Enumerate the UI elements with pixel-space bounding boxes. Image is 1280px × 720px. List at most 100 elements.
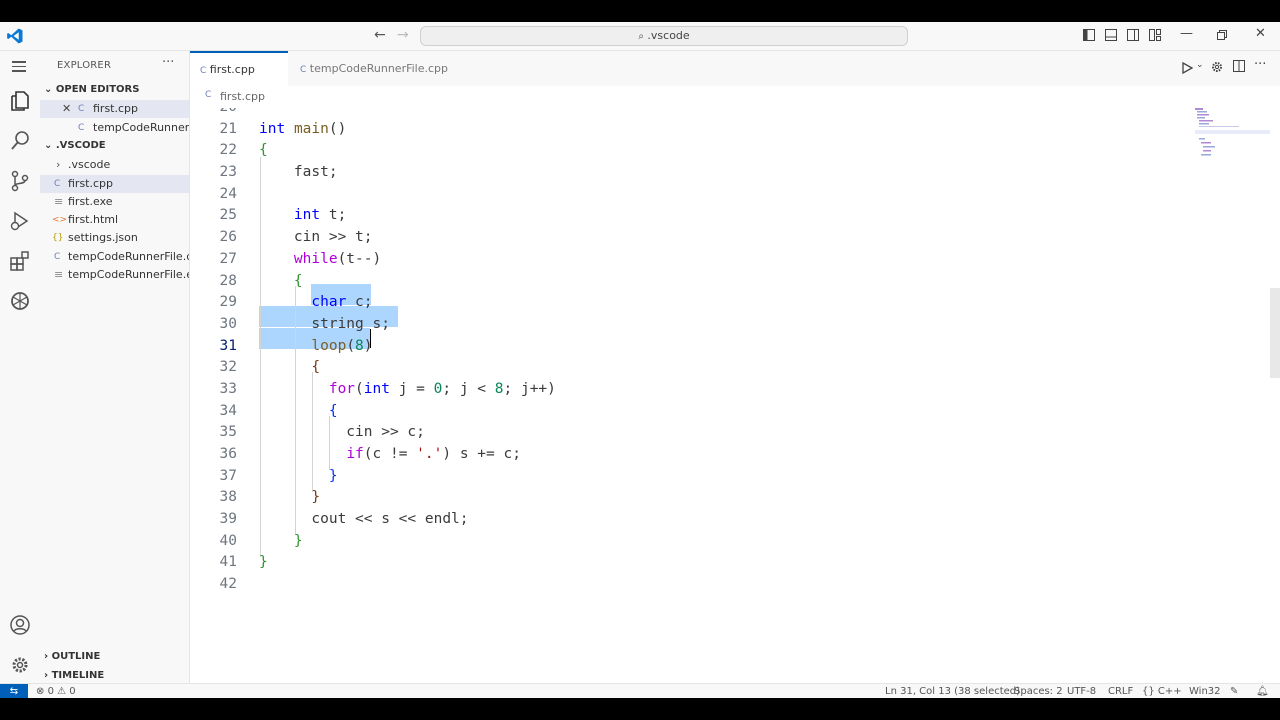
- open-editor-item[interactable]: ✕ C first.cpp: [40, 100, 189, 118]
- customize-layout-icon[interactable]: [1149, 29, 1161, 41]
- forward-arrow-icon[interactable]: →: [397, 27, 409, 43]
- close-window-icon[interactable]: ✕: [1255, 26, 1266, 41]
- code-line: 31 loop(8): [190, 336, 1190, 358]
- account-icon[interactable]: [8, 613, 32, 637]
- chevron-right-icon: ›: [44, 651, 49, 662]
- toggle-panel-icon[interactable]: [1105, 29, 1117, 41]
- code-lines: 20 21int main() 22{ 23 fast; 24 25 int t…: [190, 108, 1190, 596]
- settings-gear-icon[interactable]: [1210, 60, 1224, 74]
- line-number: 30: [219, 315, 237, 332]
- problems-indicator[interactable]: ⊗ 0 ⚠ 0: [36, 684, 76, 698]
- search-icon[interactable]: [8, 129, 32, 153]
- breadcrumb[interactable]: C first.cpp: [190, 86, 1280, 108]
- line-number: 25: [219, 207, 237, 224]
- exe-file-icon: ≡: [54, 195, 64, 208]
- json-file-icon: {}: [52, 233, 64, 243]
- open-editor-item[interactable]: C tempCodeRunner...: [40, 119, 189, 137]
- code-line: 35 cin >> c;: [190, 422, 1190, 444]
- more-actions-icon[interactable]: ···: [1254, 57, 1266, 72]
- outline-header[interactable]: › OUTLINE: [44, 651, 100, 662]
- split-editor-icon[interactable]: [1233, 60, 1246, 73]
- code-editor[interactable]: 20 21int main() 22{ 23 fast; 24 25 int t…: [190, 108, 1280, 683]
- language-mode[interactable]: {} C++: [1142, 684, 1182, 698]
- restore-icon[interactable]: [1217, 30, 1227, 40]
- line-number: 29: [219, 294, 237, 311]
- tab-tempcoderunnerfile[interactable]: C tempCodeRunnerFile.cpp: [290, 51, 458, 86]
- text-cursor: [370, 329, 371, 348]
- code-line: 26 cin >> t;: [190, 227, 1190, 249]
- file-tree-item[interactable]: C first.cpp: [40, 175, 189, 193]
- code-line: 37 }: [190, 466, 1190, 488]
- vertical-scrollbar[interactable]: [1270, 288, 1280, 378]
- source-control-icon[interactable]: [8, 169, 32, 193]
- indentation[interactable]: Spaces: 2: [1014, 684, 1063, 698]
- notifications-bell-icon[interactable]: 🔔︎: [1256, 684, 1269, 698]
- cpp-file-icon: C: [205, 90, 212, 100]
- tab-first-cpp[interactable]: C first.cpp ✕: [190, 51, 288, 111]
- menu-icon[interactable]: [12, 61, 26, 72]
- line-number: 27: [219, 250, 237, 267]
- file-tree-item[interactable]: C tempCodeRunnerFile.c...: [40, 248, 189, 266]
- cpp-file-icon: C: [54, 252, 61, 262]
- line-number: 21: [219, 120, 237, 137]
- code-line: 21 int main(): [190, 119, 1190, 141]
- line-number: 36: [219, 446, 237, 462]
- remote-indicator-icon[interactable]: ⇆: [0, 684, 28, 698]
- explorer-sidebar: EXPLORER ··· ⌄ OPEN EDITORS ✕ C first.cp…: [40, 51, 190, 683]
- more-actions-icon[interactable]: ···: [162, 55, 174, 70]
- minimize-icon[interactable]: —: [1180, 26, 1193, 41]
- html-file-icon: <>: [52, 215, 68, 225]
- run-debug-icon[interactable]: [8, 209, 32, 233]
- file-tree-item[interactable]: ≡ first.exe: [40, 193, 189, 211]
- extensions-icon[interactable]: [8, 249, 32, 273]
- line-number: 22: [219, 142, 237, 159]
- line-number: 35: [219, 424, 237, 441]
- command-center-label: .vscode: [647, 29, 690, 42]
- toggle-primary-sidebar-icon[interactable]: [1083, 29, 1095, 41]
- encoding[interactable]: UTF-8: [1067, 684, 1096, 698]
- cpp-file-icon: C: [200, 66, 207, 76]
- line-number: 23: [219, 164, 237, 181]
- activity-bar: [0, 51, 41, 683]
- code-line: 28 {: [190, 271, 1190, 293]
- file-tree-item[interactable]: <> first.html: [40, 211, 189, 229]
- error-icon: ⊗: [36, 686, 45, 697]
- code-line: 40 }: [190, 531, 1190, 553]
- settings-gear-icon[interactable]: [8, 653, 32, 677]
- line-number: 32: [219, 359, 237, 376]
- close-editor-icon[interactable]: ✕: [62, 100, 71, 118]
- minimap[interactable]: [1195, 108, 1275, 168]
- line-number: 39: [219, 511, 237, 528]
- cpp-file-icon: C: [78, 104, 85, 114]
- title-bar: ← → ⌕ .vscode — ✕: [0, 22, 1280, 51]
- code-line: 32 {: [190, 357, 1190, 379]
- cursor-position[interactable]: Ln 31, Col 13 (38 selected): [885, 684, 1020, 698]
- code-line: 30 string s;: [190, 314, 1190, 336]
- file-tree-item[interactable]: › .vscode: [40, 156, 189, 174]
- command-center-search[interactable]: ⌕ .vscode: [420, 26, 908, 46]
- file-tree-item[interactable]: ≡ tempCodeRunnerFile.exe: [40, 266, 189, 284]
- file-tree-item[interactable]: {} settings.json: [40, 229, 189, 247]
- cpp-file-icon: C: [54, 179, 61, 189]
- feedback-icon[interactable]: ✎: [1230, 684, 1238, 698]
- code-line: 39 cout << s << endl;: [190, 509, 1190, 531]
- timeline-header[interactable]: › TIMELINE: [44, 670, 104, 681]
- braces-icon: {}: [1142, 686, 1155, 697]
- line-number: 34: [219, 402, 237, 419]
- line-endings[interactable]: CRLF: [1108, 684, 1133, 698]
- toggle-secondary-sidebar-icon[interactable]: [1127, 29, 1139, 41]
- folder-header[interactable]: ⌄ .VSCODE: [44, 140, 106, 151]
- code-line: 29 char c;: [190, 292, 1190, 314]
- line-number: 24: [219, 185, 237, 202]
- explorer-files-icon[interactable]: [8, 89, 32, 113]
- run-code-icon[interactable]: [1180, 61, 1196, 75]
- open-editors-header[interactable]: ⌄ OPEN EDITORS: [44, 84, 139, 95]
- chevron-down-icon[interactable]: ⌄: [1196, 60, 1204, 70]
- platform[interactable]: Win32: [1189, 684, 1221, 698]
- line-number: 20: [190, 108, 237, 119]
- openai-chat-icon[interactable]: [8, 289, 32, 313]
- code-line: 34 {: [190, 401, 1190, 423]
- code-line: 33 for(int j = 0; j < 8; j++): [190, 379, 1190, 401]
- back-arrow-icon[interactable]: ←: [374, 27, 386, 43]
- code-line: 25 int t;: [190, 205, 1190, 227]
